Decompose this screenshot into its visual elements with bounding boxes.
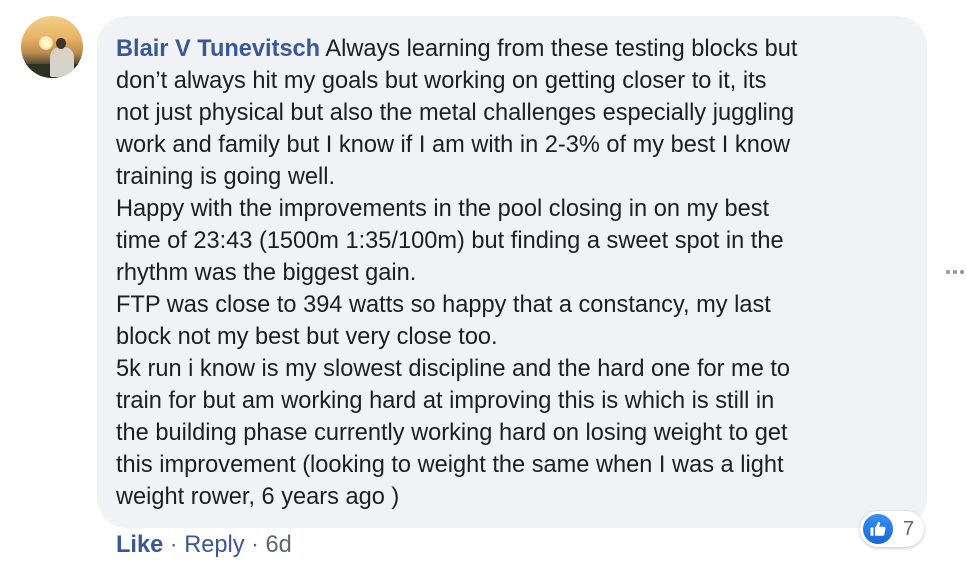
- comment-line: FTP was close to 394 watts so happy that…: [116, 292, 771, 318]
- reaction-summary[interactable]: 7: [860, 511, 924, 547]
- more-options-icon[interactable]: [946, 270, 964, 274]
- comment-line: time of 23:43 (1500m 1:35/100m) but find…: [116, 228, 784, 254]
- more-dot: [953, 270, 957, 274]
- comment-line: don’t always hit my goals but working on…: [116, 68, 767, 94]
- avatar-figure-head: [56, 38, 66, 49]
- comment-actions: Like · Reply · 6d: [116, 530, 292, 560]
- comment-line: not just physical but also the metal cha…: [116, 100, 795, 126]
- timestamp[interactable]: 6d: [266, 532, 292, 558]
- comment-line: training is going well.: [116, 164, 336, 190]
- comment-line: this improvement (looking to weight the …: [116, 452, 784, 478]
- thumbs-up-icon: [863, 514, 893, 544]
- like-link[interactable]: Like: [116, 532, 163, 558]
- comment-author[interactable]: Blair V Tunevitsch: [116, 36, 320, 62]
- avatar-sun: [39, 36, 53, 50]
- separator: ·: [169, 532, 178, 558]
- more-dot: [960, 270, 964, 274]
- separator: ·: [251, 532, 259, 558]
- comment-line: rhythm was the biggest gain.: [116, 260, 417, 286]
- comment-line-1: Blair V Tunevitsch Always learning from …: [116, 33, 916, 65]
- more-dot: [946, 270, 950, 274]
- reply-link[interactable]: Reply: [184, 532, 244, 558]
- avatar[interactable]: [21, 16, 83, 78]
- comment-line: train for but am working hard at improvi…: [116, 388, 775, 414]
- comment-line: 5k run i know is my slowest discipline a…: [116, 356, 791, 382]
- comment-line: work and family but I know if I am with …: [116, 132, 790, 158]
- thumbs-up-glyph: [870, 521, 886, 536]
- comment-line: the building phase currently working har…: [116, 420, 788, 446]
- avatar-figure-body: [50, 47, 74, 77]
- comment-text: Blair V Tunevitsch Always learning from …: [116, 33, 916, 513]
- comment-line: Happy with the improvements in the pool …: [116, 196, 770, 222]
- comment-line: block not my best but very close too.: [116, 324, 498, 350]
- reaction-count: 7: [903, 517, 915, 540]
- comment-line-text: Always learning from these testing block…: [325, 36, 798, 62]
- comment-line: weight rower, 6 years ago ): [116, 484, 400, 510]
